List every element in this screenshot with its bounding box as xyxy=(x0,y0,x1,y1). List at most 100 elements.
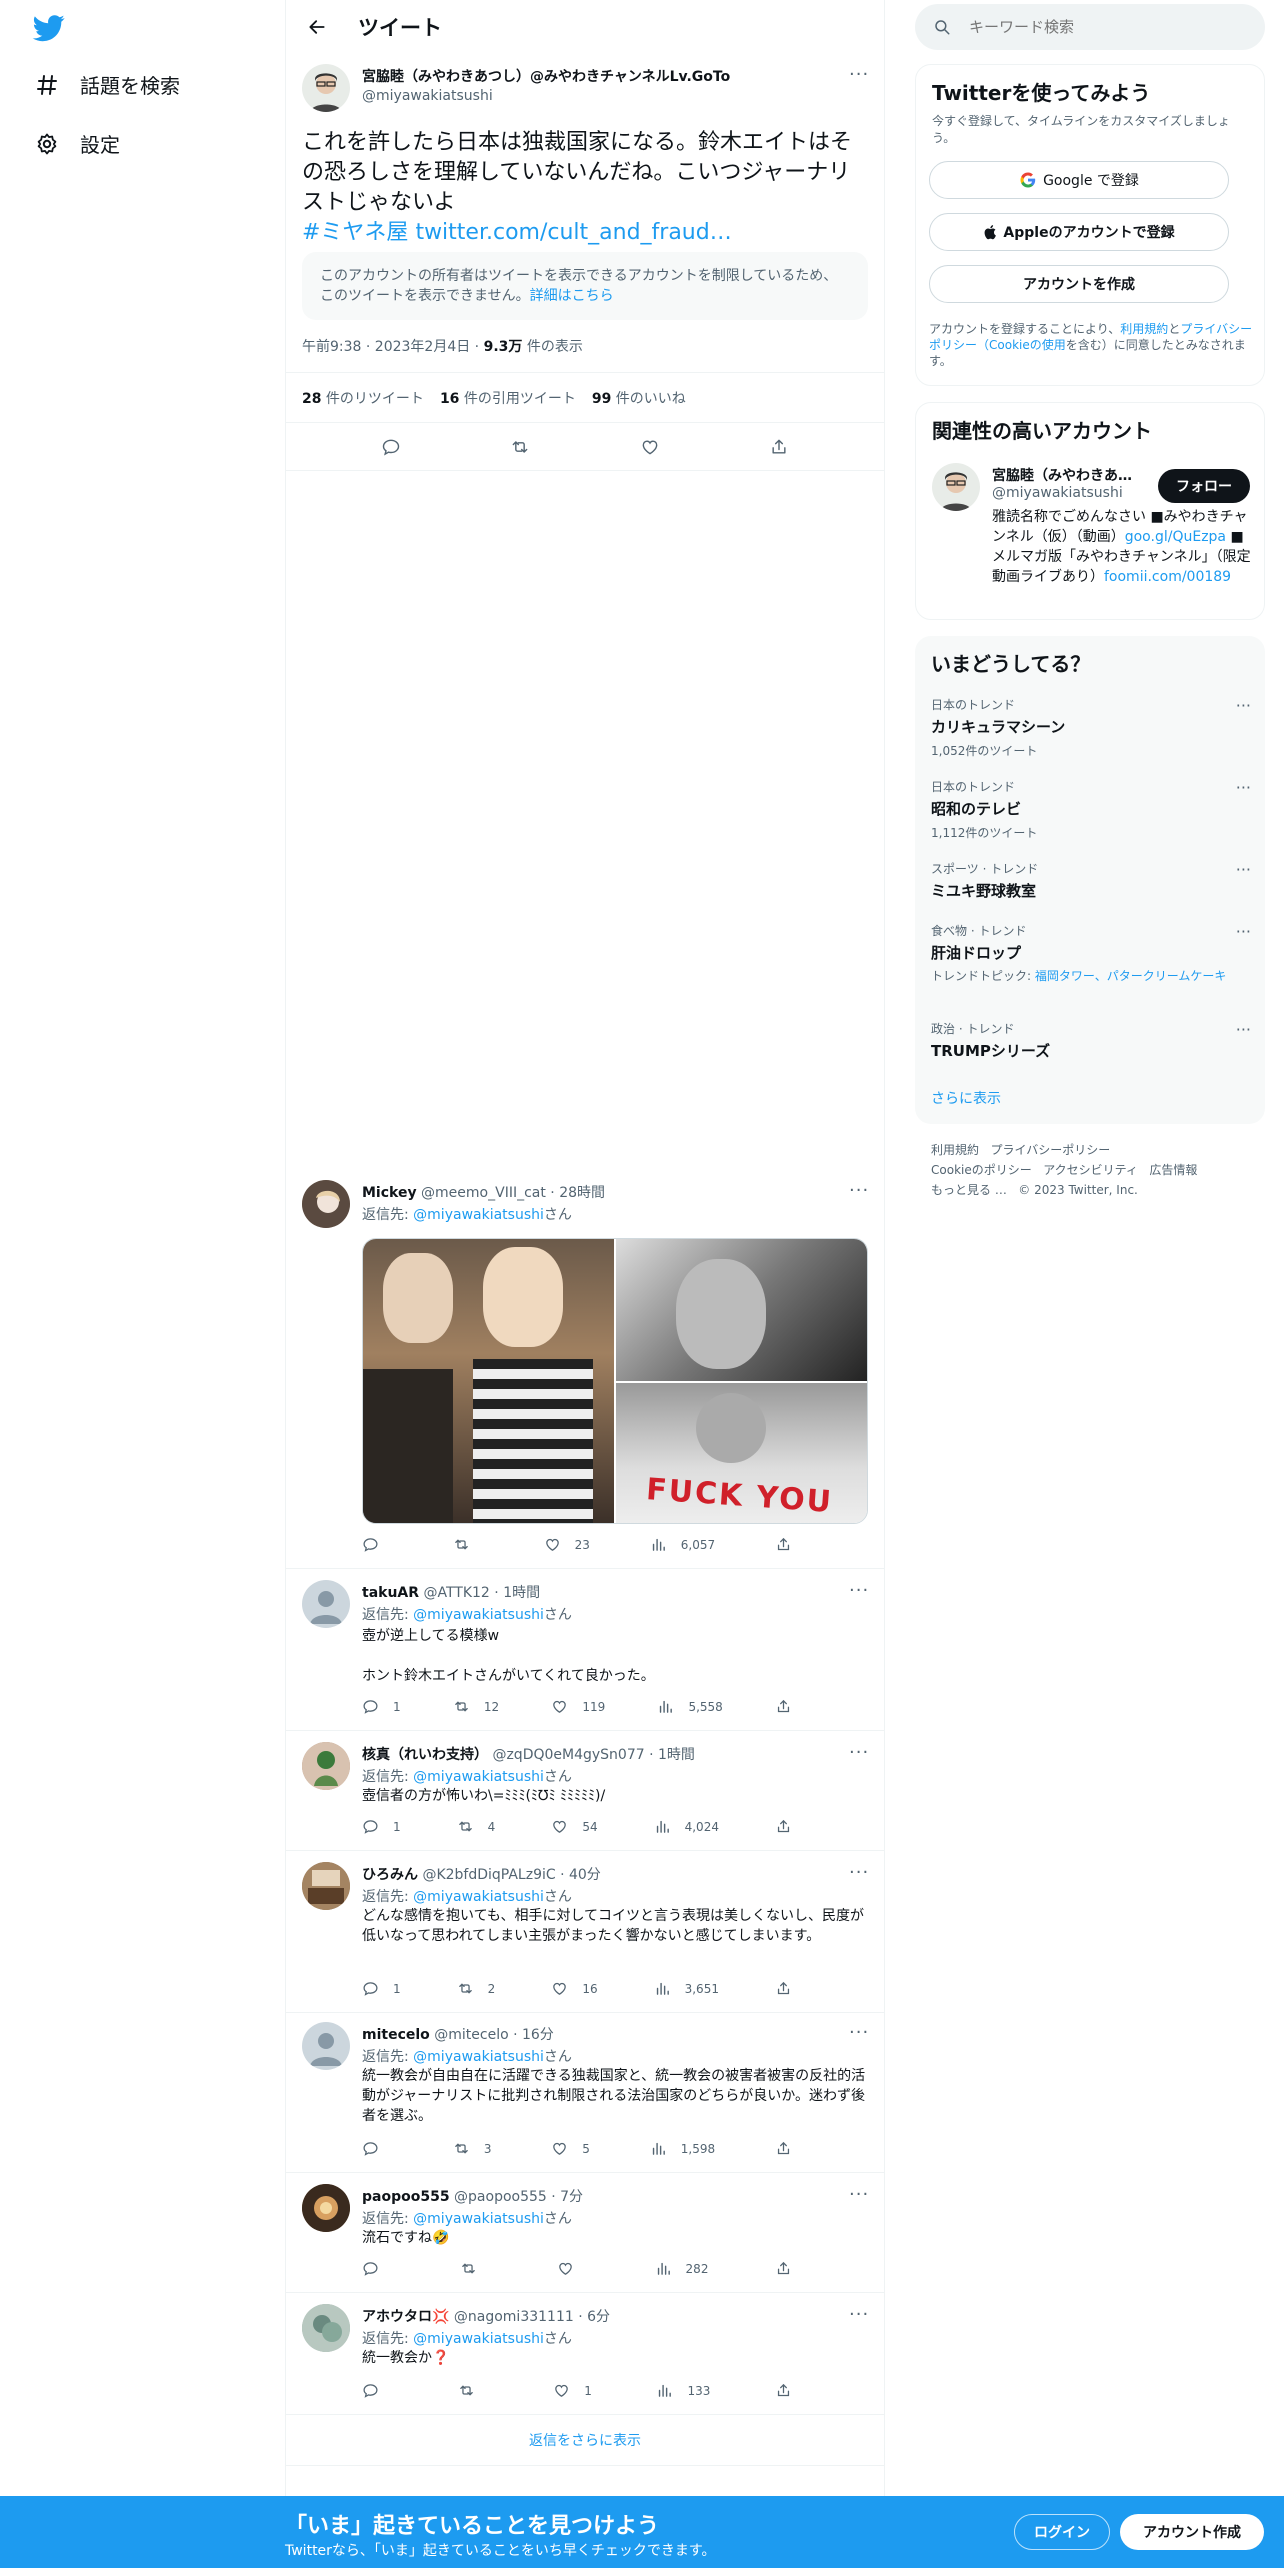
reply-author-name[interactable]: 核真（れいわ支持） xyxy=(362,1747,488,1763)
likes-stat[interactable]: 99 件のいいね xyxy=(592,388,686,408)
reply-author-handle[interactable]: @mitecelo · 16分 xyxy=(434,2027,554,2043)
reply-button[interactable] xyxy=(362,2140,393,2157)
share-button[interactable] xyxy=(775,1980,792,1997)
apple-signup-button[interactable]: Appleのアカウントで登録 xyxy=(929,213,1229,251)
more-icon[interactable]: ··· xyxy=(1236,922,1251,941)
like-button[interactable]: 119 xyxy=(551,1698,605,1715)
follow-button[interactable]: フォロー xyxy=(1158,469,1250,503)
more-icon[interactable]: ··· xyxy=(849,2022,869,2043)
more-icon[interactable]: ··· xyxy=(849,1180,869,1201)
reply-author-name[interactable]: アホウタロ💢 xyxy=(362,2309,449,2325)
tweet-author-handle[interactable]: @miyawakiatsushi xyxy=(362,88,493,104)
views-button[interactable]: 6,057 xyxy=(650,1536,715,1553)
reply-to-link[interactable]: @miyawakiatsushi xyxy=(413,2211,544,2227)
footer-link[interactable]: 利用規約 xyxy=(931,1143,979,1157)
reply-author-handle[interactable]: @K2bfdDiqPALz9iC · 40分 xyxy=(422,1867,600,1883)
back-arrow-icon[interactable] xyxy=(289,0,345,54)
tweet-link[interactable]: twitter.com/cult_and_fraud… xyxy=(415,220,731,245)
views-button[interactable]: 1,598 xyxy=(650,2140,715,2157)
search-input[interactable] xyxy=(969,18,1229,36)
reply-author-handle[interactable]: @meemo_VIII_cat · 28時間 xyxy=(421,1185,605,1201)
retweet-button[interactable] xyxy=(453,1536,484,1553)
like-button[interactable]: 16 xyxy=(551,1980,598,1997)
reply-author-name[interactable]: takuAR xyxy=(362,1585,419,1601)
nav-settings[interactable]: 設定 xyxy=(34,129,120,158)
like-button[interactable]: 54 xyxy=(551,1818,598,1835)
avatar[interactable] xyxy=(302,1742,350,1790)
create-account-button[interactable]: アカウントを作成 xyxy=(929,265,1229,303)
search-bar[interactable] xyxy=(915,4,1265,50)
footer-link[interactable]: 広告情報 xyxy=(1149,1163,1197,1177)
share-button[interactable] xyxy=(775,2382,792,2399)
reply-to-link[interactable]: @miyawakiatsushi xyxy=(413,2049,544,2065)
reply-to-link[interactable]: @miyawakiatsushi xyxy=(413,1889,544,1905)
trend-item[interactable]: 日本のトレンド 昭和のテレビ 1,112件のツイート ··· xyxy=(931,778,1251,841)
like-button[interactable]: 23 xyxy=(544,1536,590,1553)
reply-author-name[interactable]: paopoo555 xyxy=(362,2189,450,2205)
reply-button[interactable] xyxy=(362,1536,393,1553)
retweet-button[interactable]: 12 xyxy=(453,1698,499,1715)
quotes-stat[interactable]: 16 件の引用ツイート xyxy=(440,388,576,408)
retweet-icon[interactable] xyxy=(510,437,530,457)
trend-item[interactable]: スポーツ · トレンド ミユキ野球教室 ··· xyxy=(931,860,1251,901)
avatar[interactable] xyxy=(302,1180,350,1228)
retweet-button[interactable]: 4 xyxy=(457,1818,495,1835)
reply-author-handle[interactable]: @nagomi331111 · 6分 xyxy=(454,2309,610,2325)
signup-button[interactable]: アカウント作成 xyxy=(1120,2514,1264,2550)
retweet-button[interactable] xyxy=(460,2260,491,2277)
reply-button[interactable] xyxy=(362,2260,393,2277)
more-icon[interactable]: ··· xyxy=(849,2184,869,2205)
nav-explore[interactable]: 話題を検索 xyxy=(34,70,180,99)
related-name[interactable]: 宮脇睦（みやわきあ… xyxy=(992,465,1142,485)
share-button[interactable] xyxy=(775,1536,792,1553)
like-button[interactable]: 1 xyxy=(553,2382,592,2399)
trend-item[interactable]: 食べ物 · トレンド 肝油ドロップ トレンドトピック: 福岡タワー、パタークリー… xyxy=(931,922,1251,984)
reply-author-handle[interactable]: @paopoo555 · 7分 xyxy=(454,2189,583,2205)
footer-link[interactable]: プライバシーポリシー xyxy=(990,1143,1110,1157)
media-image[interactable] xyxy=(363,1239,614,1523)
login-button[interactable]: ログイン xyxy=(1014,2514,1110,2550)
share-button[interactable] xyxy=(775,2260,792,2277)
reply-button[interactable] xyxy=(362,2382,393,2399)
footer-link[interactable]: アクセシビリティ xyxy=(1043,1163,1138,1177)
google-signup-button[interactable]: Google で登録 xyxy=(929,161,1229,199)
avatar[interactable] xyxy=(932,463,980,511)
show-more-replies-link[interactable]: 返信をさらに表示 xyxy=(286,2415,884,2465)
reply-to-link[interactable]: @miyawakiatsushi xyxy=(413,2331,544,2347)
share-button[interactable] xyxy=(775,1818,792,1835)
share-button[interactable] xyxy=(775,2140,792,2157)
avatar[interactable] xyxy=(302,2304,350,2352)
share-button[interactable] xyxy=(775,1698,792,1715)
tweet-time[interactable]: 午前9:38 · 2023年2月4日 · xyxy=(302,339,484,355)
reply-to-link[interactable]: @miyawakiatsushi xyxy=(413,1207,544,1223)
learn-more-link[interactable]: 詳細はこちら xyxy=(530,288,614,304)
trend-item[interactable]: 日本のトレンド カリキュラマシーン 1,052件のツイート ··· xyxy=(931,696,1251,759)
reply-author-handle[interactable]: @ATTK12 · 1時間 xyxy=(424,1585,541,1601)
share-icon[interactable] xyxy=(769,437,789,457)
retweet-button[interactable]: 3 xyxy=(453,2140,491,2157)
reply-icon[interactable] xyxy=(381,437,401,457)
media-image[interactable] xyxy=(616,1239,867,1381)
views-button[interactable]: 3,651 xyxy=(654,1980,719,1997)
retweets-stat[interactable]: 28 件のリツイート xyxy=(302,388,424,408)
retweet-button[interactable]: 2 xyxy=(457,1980,495,1997)
tweet-author-name[interactable]: 宮脇睦（みやわきあつし）@みやわきチャンネルLv.GoTo xyxy=(362,66,730,86)
bio-link[interactable]: foomii.com/00189 xyxy=(1104,569,1231,585)
footer-link[interactable]: Cookieのポリシー xyxy=(931,1163,1032,1177)
avatar[interactable] xyxy=(302,2022,350,2070)
more-icon[interactable]: ··· xyxy=(849,1580,869,1601)
media-image[interactable]: FUCK YOU xyxy=(616,1383,867,1523)
trend-topic-link[interactable]: 福岡タワー、パタークリームケーキ xyxy=(1035,969,1227,983)
views-button[interactable]: 5,558 xyxy=(657,1698,723,1715)
like-button[interactable] xyxy=(557,2260,588,2277)
reply-author-handle[interactable]: @zqDQ0eM4gySn077 · 1時間 xyxy=(492,1747,694,1763)
like-icon[interactable] xyxy=(640,437,660,457)
views-button[interactable]: 282 xyxy=(655,2260,708,2277)
views-button[interactable]: 133 xyxy=(656,2382,710,2399)
more-icon[interactable]: ··· xyxy=(849,2304,869,2325)
related-handle[interactable]: @miyawakiatsushi xyxy=(992,485,1123,501)
reply-author-name[interactable]: ひろみん xyxy=(362,1867,418,1883)
reply-author-name[interactable]: Mickey xyxy=(362,1185,417,1201)
hashtag-link[interactable]: #ミヤネ屋 xyxy=(302,220,408,245)
more-icon[interactable]: ··· xyxy=(1236,860,1251,879)
